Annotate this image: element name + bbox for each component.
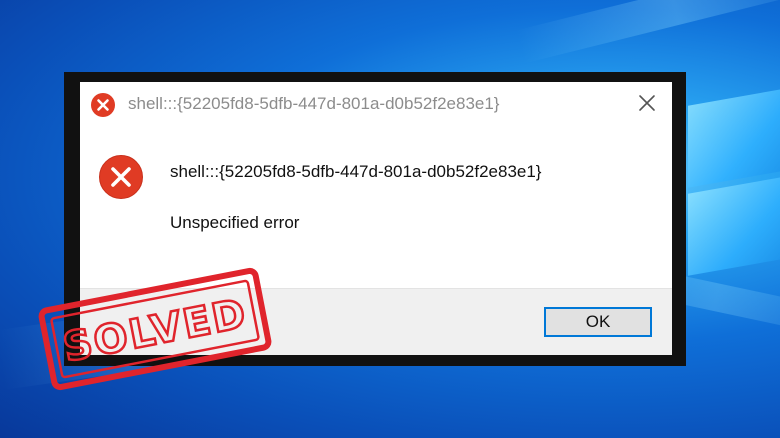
close-icon[interactable]	[632, 90, 662, 118]
title-bar[interactable]: shell:::{52205fd8-5dfb-447d-801a-d0b52f2…	[80, 82, 672, 126]
windows-logo-pane	[688, 174, 780, 276]
dialog-title: shell:::{52205fd8-5dfb-447d-801a-d0b52f2…	[128, 94, 500, 113]
windows-logo-pane	[688, 86, 780, 188]
error-message-title: shell:::{52205fd8-5dfb-447d-801a-d0b52f2…	[170, 162, 542, 181]
error-icon	[99, 155, 143, 199]
light-beam	[515, 0, 780, 64]
error-message-body: Unspecified error	[170, 213, 300, 232]
desktop-background: shell:::{52205fd8-5dfb-447d-801a-d0b52f2…	[0, 0, 780, 438]
windows-logo-icon	[688, 86, 780, 276]
error-icon	[91, 93, 115, 117]
ok-button[interactable]: OK	[544, 307, 652, 337]
